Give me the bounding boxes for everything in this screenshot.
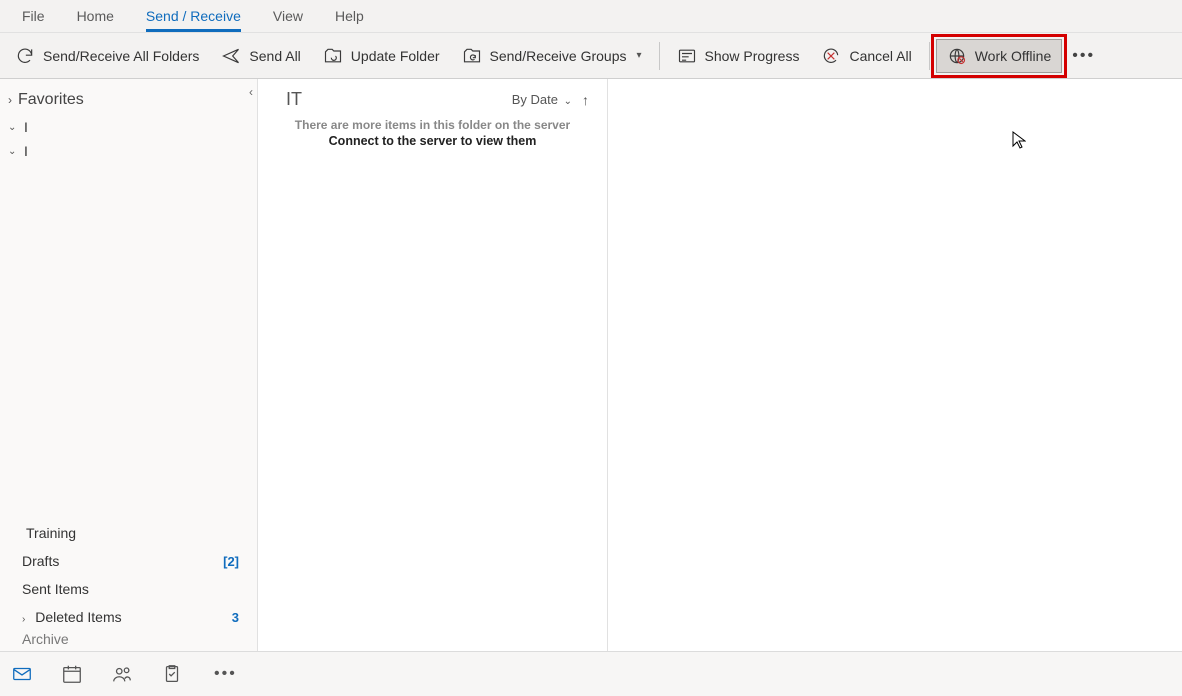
sort-direction-button[interactable]: ↑ bbox=[582, 92, 589, 108]
work-offline-label: Work Offline bbox=[975, 48, 1052, 64]
tab-view[interactable]: View bbox=[257, 2, 319, 32]
ribbon-more-button[interactable]: ••• bbox=[1062, 47, 1105, 65]
tab-file[interactable]: File bbox=[6, 2, 61, 32]
folder-drafts-label: Drafts bbox=[22, 553, 59, 569]
tab-home[interactable]: Home bbox=[61, 2, 130, 32]
send-receive-all-label: Send/Receive All Folders bbox=[43, 48, 199, 64]
folder-deleted-count: 3 bbox=[232, 610, 239, 625]
send-all-button[interactable]: Send All bbox=[210, 39, 311, 73]
folder-training[interactable]: Training bbox=[0, 519, 257, 547]
more-items-notice: There are more items in this folder on t… bbox=[258, 114, 607, 132]
nav-calendar-button[interactable] bbox=[58, 660, 86, 688]
folder-archive[interactable]: Archive bbox=[0, 631, 257, 647]
separator bbox=[929, 42, 930, 70]
connect-server-link[interactable]: Connect to the server to view them bbox=[258, 132, 607, 148]
account-group-2[interactable]: ⌄ I bbox=[0, 139, 257, 163]
sort-controls: By Date ⌄ ↑ bbox=[512, 92, 589, 108]
chevron-down-icon: ⌄ bbox=[8, 122, 20, 133]
send-receive-groups-label: Send/Receive Groups bbox=[490, 48, 627, 64]
update-folder-label: Update Folder bbox=[351, 48, 440, 64]
folder-deleted-label: Deleted Items bbox=[35, 609, 121, 625]
globe-offline-icon bbox=[947, 46, 967, 66]
favorites-label: Favorites bbox=[18, 91, 84, 109]
sort-by-button[interactable]: By Date ⌄ bbox=[512, 92, 572, 107]
nav-tasks-button[interactable] bbox=[158, 660, 186, 688]
folder-deleted-items[interactable]: › Deleted Items 3 bbox=[0, 603, 257, 631]
folder-refresh-icon bbox=[462, 46, 482, 66]
nav-people-button[interactable] bbox=[108, 660, 136, 688]
bottom-nav-bar: ••• bbox=[0, 651, 1182, 696]
reading-pane bbox=[608, 79, 1182, 651]
sort-by-label: By Date bbox=[512, 92, 558, 107]
folder-sent-label: Sent Items bbox=[22, 581, 89, 597]
ribbon-tabs: File Home Send / Receive View Help bbox=[0, 0, 1182, 33]
message-list-header: IT By Date ⌄ ↑ bbox=[258, 87, 607, 114]
account-group-2-label: I bbox=[24, 143, 247, 159]
ribbon-toolbar: Send/Receive All Folders Send All Update… bbox=[0, 33, 1182, 79]
send-receive-all-button[interactable]: Send/Receive All Folders bbox=[4, 39, 210, 73]
spacer bbox=[0, 163, 257, 519]
nav-mail-button[interactable] bbox=[8, 660, 36, 688]
chevron-right-icon: › bbox=[8, 93, 12, 107]
send-icon bbox=[221, 46, 241, 66]
send-receive-groups-button[interactable]: Send/Receive Groups ▾ bbox=[451, 39, 653, 73]
folder-pane: ‹ › Favorites ⌄ I ⌄ I Training Drafts [2… bbox=[0, 79, 258, 651]
account-group-1-label: I bbox=[24, 119, 247, 135]
folder-title: IT bbox=[286, 89, 302, 110]
send-all-label: Send All bbox=[249, 48, 300, 64]
separator bbox=[659, 42, 660, 70]
cancel-icon bbox=[821, 46, 841, 66]
chevron-right-icon: › bbox=[22, 614, 25, 625]
nav-more-button[interactable]: ••• bbox=[208, 665, 243, 683]
folder-list: Training Drafts [2] Sent Items › Deleted… bbox=[0, 519, 257, 651]
work-offline-button[interactable]: Work Offline bbox=[936, 39, 1063, 73]
tab-help[interactable]: Help bbox=[319, 2, 380, 32]
refresh-icon bbox=[15, 46, 35, 66]
folder-archive-label: Archive bbox=[22, 631, 69, 647]
collapse-folder-pane-button[interactable]: ‹ bbox=[249, 85, 253, 99]
favorites-header[interactable]: › Favorites bbox=[0, 79, 257, 115]
folder-sent-items[interactable]: Sent Items bbox=[0, 575, 257, 603]
chevron-down-icon: ⌄ bbox=[8, 146, 20, 157]
account-group-1[interactable]: ⌄ I bbox=[0, 115, 257, 139]
cancel-all-button[interactable]: Cancel All bbox=[810, 39, 922, 73]
folder-drafts[interactable]: Drafts [2] bbox=[0, 547, 257, 575]
message-list-pane: IT By Date ⌄ ↑ There are more items in t… bbox=[258, 79, 608, 651]
progress-icon bbox=[677, 46, 697, 66]
show-progress-label: Show Progress bbox=[705, 48, 800, 64]
chevron-down-icon: ⌄ bbox=[564, 96, 572, 107]
show-progress-button[interactable]: Show Progress bbox=[666, 39, 811, 73]
tab-send-receive[interactable]: Send / Receive bbox=[130, 2, 257, 32]
update-folder-button[interactable]: Update Folder bbox=[312, 39, 451, 73]
chevron-down-icon: ▾ bbox=[636, 50, 641, 61]
folder-drafts-count: [2] bbox=[223, 554, 239, 569]
folder-training-label: Training bbox=[26, 525, 76, 541]
update-folder-icon bbox=[323, 46, 343, 66]
body-area: ‹ › Favorites ⌄ I ⌄ I Training Drafts [2… bbox=[0, 79, 1182, 651]
cancel-all-label: Cancel All bbox=[849, 48, 911, 64]
